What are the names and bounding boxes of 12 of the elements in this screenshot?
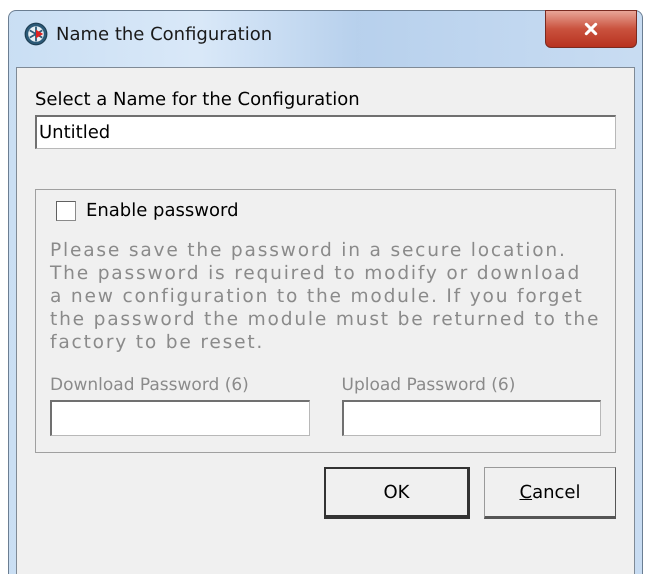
checkbox-label: Enable password <box>86 200 238 221</box>
snowflake-icon <box>24 22 48 46</box>
ok-button[interactable]: OK <box>324 467 470 519</box>
password-note: Please save the password in a secure location. The password is required to modify or download a new configuration to the module. If you forget the password the module must be returned to the factory to be reset. <box>50 239 601 354</box>
close-button[interactable] <box>545 10 637 48</box>
cancel-button[interactable]: Cancel <box>484 467 616 519</box>
window-title: Name the Configuration <box>56 24 272 44</box>
name-field[interactable]: Untitled <box>35 115 616 149</box>
name-label: Select a Name for the Configuration <box>35 88 361 112</box>
close-icon <box>584 22 598 36</box>
password-label: Download Password (6) <box>50 374 250 397</box>
password-label: Upload Password (6) <box>342 374 516 397</box>
